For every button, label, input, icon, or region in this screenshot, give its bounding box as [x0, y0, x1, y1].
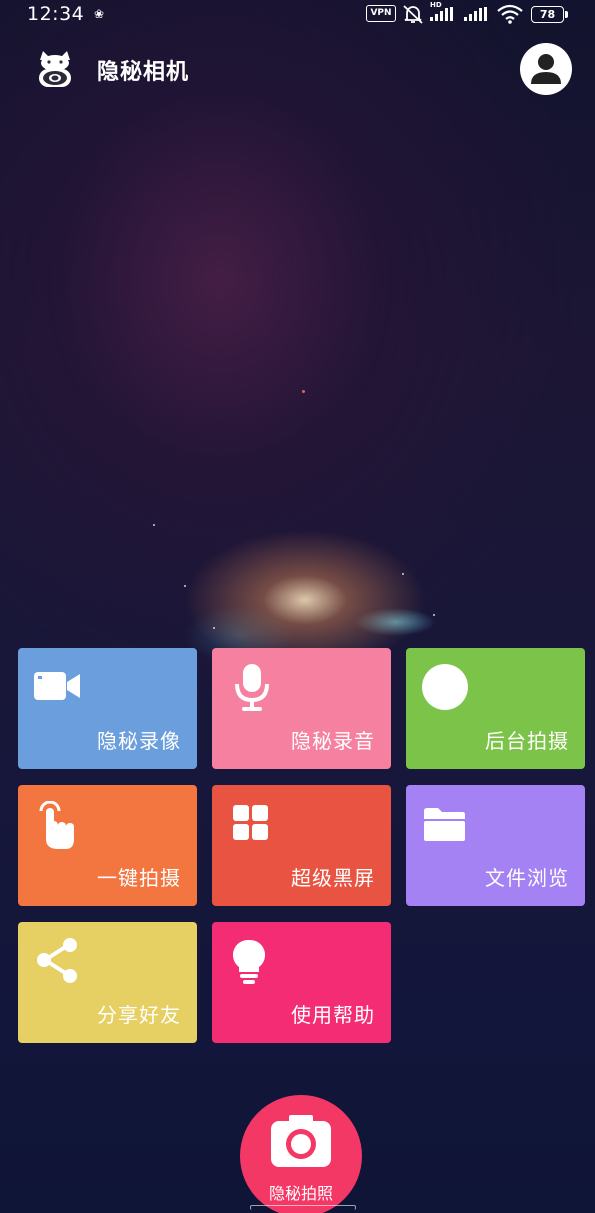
- camera-icon: [271, 1115, 331, 1167]
- battery-indicator: 78: [531, 6, 568, 23]
- folder-icon: [424, 808, 465, 841]
- video-camera-icon: [34, 672, 80, 700]
- tile-black-screen[interactable]: 超级黑屏: [212, 785, 391, 906]
- share-icon: [37, 938, 77, 983]
- secret-photo-button[interactable]: 隐秘拍照: [240, 1095, 362, 1213]
- hand-tap-icon: [39, 801, 74, 849]
- tile-audio-record[interactable]: 隐秘录音: [212, 648, 391, 769]
- microphone-icon: [235, 664, 269, 711]
- background-star: [184, 585, 186, 587]
- background-star: [402, 573, 404, 575]
- background-star: [302, 390, 305, 393]
- status-bar: 12:34 ❀ VPN HD 78: [0, 0, 595, 30]
- circle-icon: [422, 664, 468, 710]
- signal-strength-icon: [464, 7, 487, 21]
- user-icon: [531, 54, 561, 84]
- grid-icon: [233, 805, 268, 840]
- tile-label: 使用帮助: [291, 1003, 375, 1027]
- tile-one-tap-capture[interactable]: 一键拍摄: [18, 785, 197, 906]
- notification-icon: ❀: [94, 7, 105, 21]
- lightbulb-icon: [232, 939, 266, 984]
- tile-share-friends[interactable]: 分享好友: [18, 922, 197, 1043]
- vpn-badge: VPN: [366, 5, 396, 22]
- tile-video-record[interactable]: 隐秘录像: [18, 648, 197, 769]
- tile-label: 隐秘录像: [97, 729, 181, 753]
- tile-background-capture[interactable]: 后台拍摄: [406, 648, 585, 769]
- tile-label: 隐秘录音: [291, 729, 375, 753]
- background-star: [213, 627, 215, 629]
- tile-file-browser[interactable]: 文件浏览: [406, 785, 585, 906]
- tile-label: 一键拍摄: [97, 866, 181, 890]
- app-title: 隐秘相机: [97, 60, 190, 85]
- tile-label: 文件浏览: [485, 866, 569, 890]
- tile-label: 后台拍摄: [485, 729, 569, 753]
- background-star: [433, 614, 435, 616]
- signal-strength-icon: [430, 7, 453, 21]
- tile-help[interactable]: 使用帮助: [212, 922, 391, 1043]
- wifi-icon: [497, 4, 523, 24]
- home-indicator[interactable]: [250, 1205, 356, 1210]
- app-header: 隐秘相机: [0, 40, 595, 100]
- background-star: [153, 524, 155, 526]
- user-profile-button[interactable]: [520, 43, 572, 95]
- tile-label: 超级黑屏: [291, 866, 375, 890]
- status-time: 12:34: [27, 3, 85, 25]
- capture-label: 隐秘拍照: [268, 1184, 333, 1203]
- tile-label: 分享好友: [97, 1003, 181, 1027]
- app-logo-icon: [39, 51, 71, 87]
- mute-bell-icon: [403, 5, 423, 24]
